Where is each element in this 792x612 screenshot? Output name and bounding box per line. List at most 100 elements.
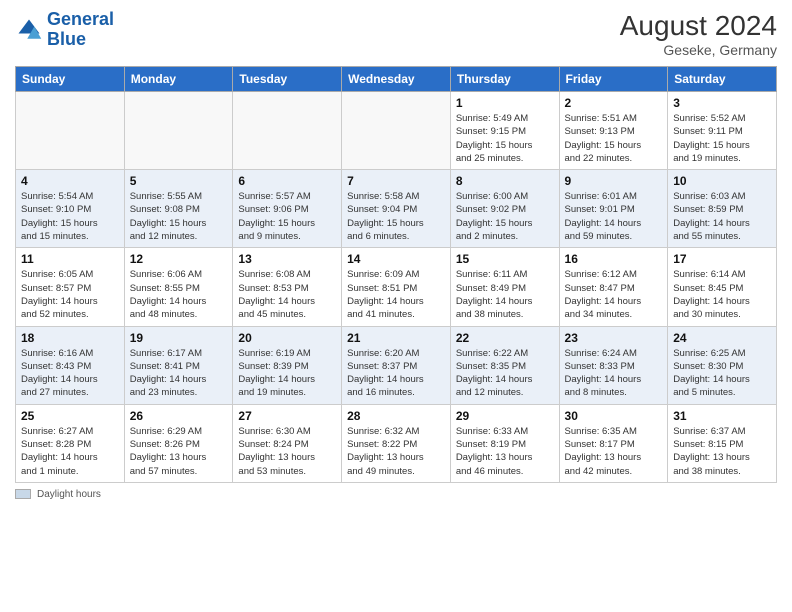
table-row: 10 Sunrise: 6:03 AMSunset: 8:59 PMDayligh… (668, 170, 777, 248)
day-number: 8 (456, 174, 554, 188)
table-row: 22 Sunrise: 6:22 AMSunset: 8:35 PMDayligh… (450, 326, 559, 404)
table-row: 15 Sunrise: 6:11 AMSunset: 8:49 PMDayligh… (450, 248, 559, 326)
day-info: Sunrise: 6:30 AMSunset: 8:24 PMDaylight:… (238, 425, 336, 478)
table-row: 27 Sunrise: 6:30 AMSunset: 8:24 PMDayligh… (233, 404, 342, 482)
day-info: Sunrise: 6:22 AMSunset: 8:35 PMDaylight:… (456, 347, 554, 400)
table-row (124, 92, 233, 170)
day-number: 16 (565, 252, 663, 266)
day-number: 22 (456, 331, 554, 345)
day-info: Sunrise: 6:29 AMSunset: 8:26 PMDaylight:… (130, 425, 228, 478)
table-row: 19Sunrise: 6:17 AMSunset: 8:41 PMDayligh… (124, 326, 233, 404)
legend-swatch (15, 489, 31, 499)
col-friday: Friday (559, 67, 668, 92)
day-info: Sunrise: 6:11 AMSunset: 8:49 PMDaylight:… (456, 268, 554, 321)
month-year-title: August 2024 (620, 10, 777, 42)
day-info: Sunrise: 6:14 AMSunset: 8:45 PMDaylight:… (673, 268, 771, 321)
table-row: 14 Sunrise: 6:09 AMSunset: 8:51 PMDayligh… (342, 248, 451, 326)
table-row: 17 Sunrise: 6:14 AMSunset: 8:45 PMDayligh… (668, 248, 777, 326)
table-row: 24 Sunrise: 6:25 AMSunset: 8:30 PMDayligh… (668, 326, 777, 404)
page-header: General Blue August 2024 Geseke, Germany (15, 10, 777, 58)
day-number: 5 (130, 174, 228, 188)
day-number: 21 (347, 331, 445, 345)
table-row: 11 Sunrise: 6:05 AMSunset: 8:57 PMDayligh… (16, 248, 125, 326)
day-number: 17 (673, 252, 771, 266)
table-row: 13Sunrise: 6:08 AMSunset: 8:53 PMDayligh… (233, 248, 342, 326)
col-monday: Monday (124, 67, 233, 92)
logo: General Blue (15, 10, 114, 50)
day-number: 9 (565, 174, 663, 188)
day-info: Sunrise: 6:25 AMSunset: 8:30 PMDaylight:… (673, 347, 771, 400)
day-number: 18 (21, 331, 119, 345)
table-row: 18Sunrise: 6:16 AMSunset: 8:43 PMDayligh… (16, 326, 125, 404)
logo-text: General Blue (47, 10, 114, 50)
calendar-week-row: 1Sunrise: 5:49 AMSunset: 9:15 PMDaylight… (16, 92, 777, 170)
day-info: Sunrise: 6:06 AMSunset: 8:55 PMDaylight:… (130, 268, 228, 321)
day-number: 20 (238, 331, 336, 345)
day-number: 30 (565, 409, 663, 423)
logo-icon (15, 16, 43, 44)
calendar-table: Sunday Monday Tuesday Wednesday Thursday… (15, 66, 777, 483)
day-number: 31 (673, 409, 771, 423)
table-row: 30 Sunrise: 6:35 AMSunset: 8:17 PMDayligh… (559, 404, 668, 482)
table-row: 5 Sunrise: 5:55 AMSunset: 9:08 PMDaylight… (124, 170, 233, 248)
calendar-page: General Blue August 2024 Geseke, Germany… (0, 0, 792, 612)
calendar-body: 1Sunrise: 5:49 AMSunset: 9:15 PMDaylight… (16, 92, 777, 483)
day-number: 23 (565, 331, 663, 345)
day-info: Sunrise: 6:35 AMSunset: 8:17 PMDaylight:… (565, 425, 663, 478)
day-number: 2 (565, 96, 663, 110)
day-number: 28 (347, 409, 445, 423)
day-number: 27 (238, 409, 336, 423)
col-sunday: Sunday (16, 67, 125, 92)
day-info: Sunrise: 6:32 AMSunset: 8:22 PMDaylight:… (347, 425, 445, 478)
table-row: 23 Sunrise: 6:24 AMSunset: 8:33 PMDayligh… (559, 326, 668, 404)
day-info: Sunrise: 5:51 AMSunset: 9:13 PMDaylight:… (565, 112, 663, 165)
day-info: Sunrise: 6:20 AMSunset: 8:37 PMDaylight:… (347, 347, 445, 400)
day-info: Sunrise: 6:24 AMSunset: 8:33 PMDaylight:… (565, 347, 663, 400)
day-info: Sunrise: 6:27 AMSunset: 8:28 PMDaylight:… (21, 425, 119, 478)
day-number: 29 (456, 409, 554, 423)
day-info: Sunrise: 6:19 AMSunset: 8:39 PMDaylight:… (238, 347, 336, 400)
day-number: 14 (347, 252, 445, 266)
location-subtitle: Geseke, Germany (620, 42, 777, 58)
day-info: Sunrise: 5:52 AMSunset: 9:11 PMDaylight:… (673, 112, 771, 165)
day-number: 15 (456, 252, 554, 266)
table-row: 26 Sunrise: 6:29 AMSunset: 8:26 PMDayligh… (124, 404, 233, 482)
calendar-week-row: 4 Sunrise: 5:54 AMSunset: 9:10 PMDaylight… (16, 170, 777, 248)
day-info: Sunrise: 5:49 AMSunset: 9:15 PMDaylight:… (456, 112, 554, 165)
day-number: 6 (238, 174, 336, 188)
day-info: Sunrise: 6:12 AMSunset: 8:47 PMDaylight:… (565, 268, 663, 321)
day-number: 10 (673, 174, 771, 188)
table-row: 6Sunrise: 5:57 AMSunset: 9:06 PMDaylight… (233, 170, 342, 248)
day-info: Sunrise: 6:00 AMSunset: 9:02 PMDaylight:… (456, 190, 554, 243)
day-info: Sunrise: 5:55 AMSunset: 9:08 PMDaylight:… (130, 190, 228, 243)
day-number: 24 (673, 331, 771, 345)
table-row: 20 Sunrise: 6:19 AMSunset: 8:39 PMDayligh… (233, 326, 342, 404)
day-number: 11 (21, 252, 119, 266)
day-number: 25 (21, 409, 119, 423)
day-info: Sunrise: 5:54 AMSunset: 9:10 PMDaylight:… (21, 190, 119, 243)
table-row: 7 Sunrise: 5:58 AMSunset: 9:04 PMDaylight… (342, 170, 451, 248)
legend-label: Daylight hours (37, 489, 101, 500)
day-info: Sunrise: 6:05 AMSunset: 8:57 PMDaylight:… (21, 268, 119, 321)
col-wednesday: Wednesday (342, 67, 451, 92)
table-row: 4 Sunrise: 5:54 AMSunset: 9:10 PMDaylight… (16, 170, 125, 248)
table-row: 2 Sunrise: 5:51 AMSunset: 9:13 PMDaylight… (559, 92, 668, 170)
title-section: August 2024 Geseke, Germany (620, 10, 777, 58)
day-number: 3 (673, 96, 771, 110)
day-info: Sunrise: 6:09 AMSunset: 8:51 PMDaylight:… (347, 268, 445, 321)
table-row: 29 Sunrise: 6:33 AMSunset: 8:19 PMDayligh… (450, 404, 559, 482)
day-info: Sunrise: 6:03 AMSunset: 8:59 PMDaylight:… (673, 190, 771, 243)
table-row: 28 Sunrise: 6:32 AMSunset: 8:22 PMDayligh… (342, 404, 451, 482)
day-number: 26 (130, 409, 228, 423)
calendar-week-row: 18Sunrise: 6:16 AMSunset: 8:43 PMDayligh… (16, 326, 777, 404)
day-number: 4 (21, 174, 119, 188)
day-info: Sunrise: 6:33 AMSunset: 8:19 PMDaylight:… (456, 425, 554, 478)
col-thursday: Thursday (450, 67, 559, 92)
table-row: 25 Sunrise: 6:27 AMSunset: 8:28 PMDayligh… (16, 404, 125, 482)
col-tuesday: Tuesday (233, 67, 342, 92)
day-number: 7 (347, 174, 445, 188)
table-row (16, 92, 125, 170)
day-info: Sunrise: 5:58 AMSunset: 9:04 PMDaylight:… (347, 190, 445, 243)
legend-row: Daylight hours (15, 489, 777, 500)
calendar-week-row: 11 Sunrise: 6:05 AMSunset: 8:57 PMDayligh… (16, 248, 777, 326)
